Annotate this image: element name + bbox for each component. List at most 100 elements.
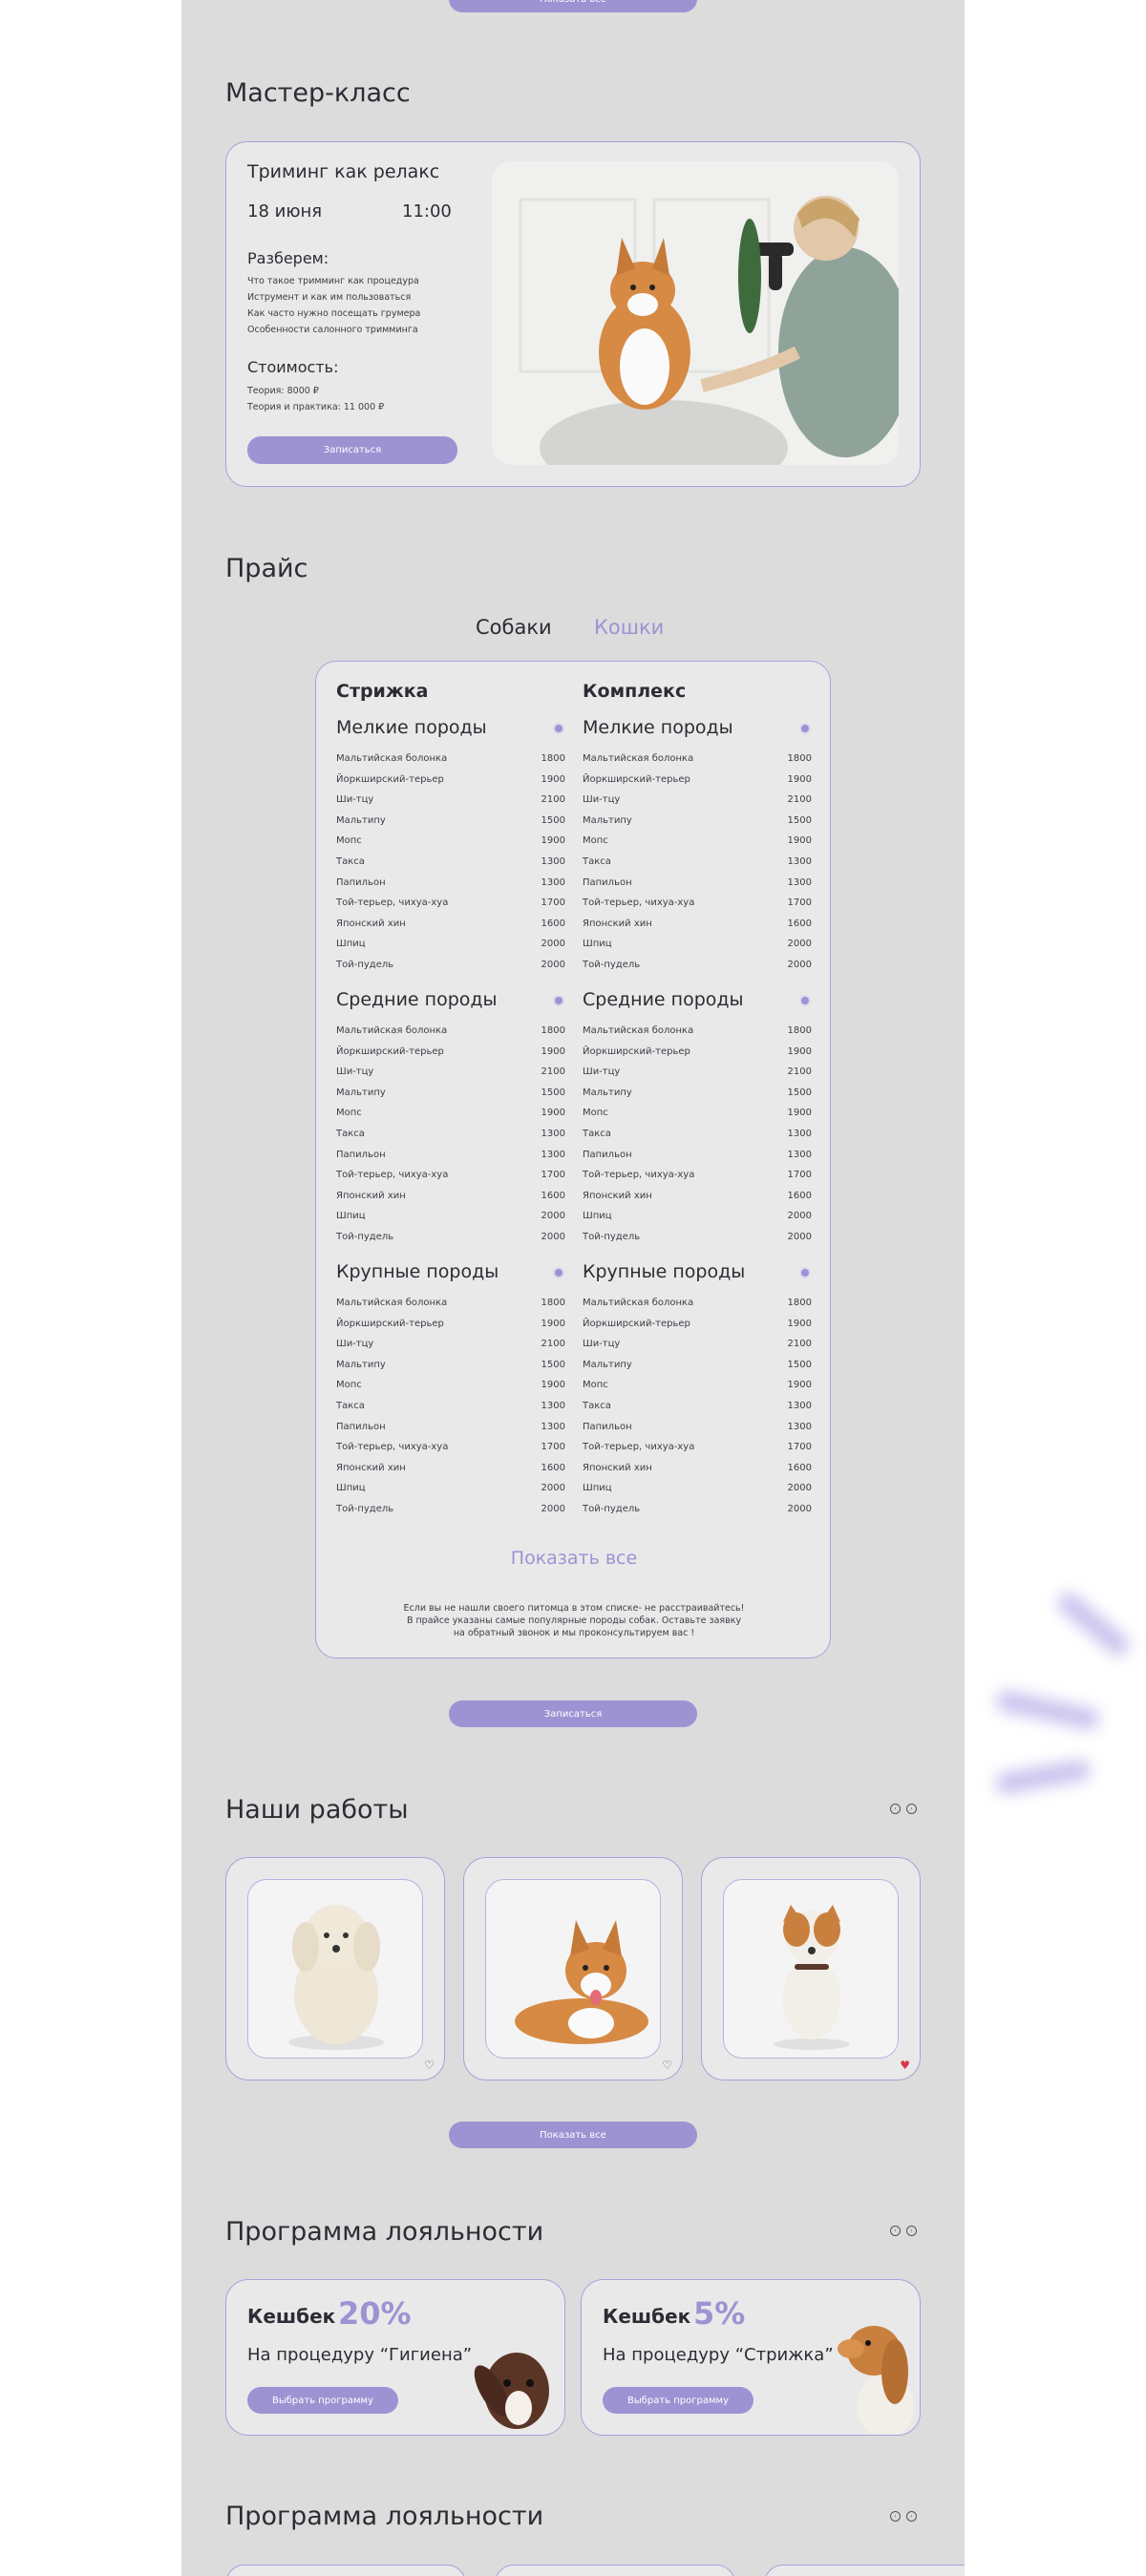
price-row: Такса 1300 — [336, 856, 565, 867]
breed-name: Ши-тцу — [583, 1066, 621, 1078]
price-row: Японский хин 1600 — [336, 1463, 565, 1473]
price-row: Йоркширский-терьер 1900 — [336, 1046, 565, 1057]
price-row: Йоркширский-терьер 1900 — [583, 1046, 812, 1057]
loyalty-card: Кешбек 5% На процедуру “Стрижка” Выбрать… — [581, 2279, 921, 2436]
column-title-haircut: Стрижка — [336, 681, 429, 702]
column-title-complex: Комплекс — [583, 681, 687, 702]
breed-name: Папильон — [583, 1421, 632, 1432]
expand-icon[interactable] — [553, 995, 564, 1006]
breed-name: Той-терьер, чихуа-хуа — [336, 1170, 449, 1181]
breed-price: 2100 — [541, 1339, 565, 1350]
arrow-left-icon[interactable]: ‹ — [890, 2226, 901, 2236]
breed-price: 1700 — [787, 897, 812, 909]
arrow-left-icon[interactable]: ‹ — [890, 1804, 901, 1814]
work-card[interactable]: ♡ — [463, 1857, 683, 2080]
arrow-right-icon[interactable]: › — [906, 1804, 917, 1814]
breed-price: 1900 — [787, 1108, 812, 1119]
breed-name: Мальтипу — [583, 1359, 632, 1370]
breed-name: Йоркширский-терьер — [583, 1045, 690, 1057]
breed-price: 1800 — [787, 1025, 812, 1036]
tab-dogs[interactable]: Собаки — [476, 616, 552, 639]
loyalty2-card — [225, 2565, 466, 2576]
expand-icon[interactable] — [799, 1267, 811, 1278]
price-row: Той-терьер, чихуа-хуа 1700 — [583, 897, 812, 908]
breed-name: Ши-тцу — [583, 1339, 621, 1350]
price-row: Той-пудель 2000 — [336, 960, 565, 970]
breed-name: Йоркширский-терьер — [583, 1318, 690, 1329]
price-row: Мопс 1900 — [583, 1380, 812, 1390]
works-section-title: Наши работы — [225, 1795, 409, 1825]
breed-price: 1600 — [541, 918, 565, 929]
breed-name: Ши-тцу — [336, 1339, 374, 1350]
price-row: Ши-тцу 2100 — [583, 1066, 812, 1077]
price-row: Мопс 1900 — [583, 835, 812, 846]
master-class-signup-button[interactable]: Записаться — [247, 436, 457, 464]
price-section-title: Прайс — [225, 554, 308, 583]
expand-icon[interactable] — [799, 723, 811, 734]
price-signup-button[interactable]: Записаться — [449, 1700, 697, 1727]
page: Показать все Мастер-класс Триминг как ре… — [181, 0, 965, 2576]
breed-price: 1700 — [787, 1170, 812, 1181]
breed-price: 1300 — [541, 1421, 565, 1432]
price-row: Мальтийская болонка 1800 — [583, 1298, 812, 1308]
choose-program-button[interactable]: Выбрать программу — [247, 2387, 398, 2414]
breed-price: 1500 — [541, 1087, 565, 1098]
price-row: Японский хин 1600 — [336, 1191, 565, 1201]
price-row: Мальтипу 1500 — [336, 1087, 565, 1098]
breed-price: 1900 — [787, 835, 812, 847]
learn-item: Что такое тримминг как процедура — [247, 276, 419, 286]
price-row: Мальтийская болонка 1800 — [583, 1025, 812, 1036]
arrow-left-icon[interactable]: ‹ — [890, 2511, 901, 2522]
loyalty-carousel-arrows: ‹ › — [890, 2226, 917, 2236]
breed-name: Мальтипу — [583, 1087, 632, 1098]
price-row: Такса 1300 — [583, 1129, 812, 1139]
breed-price: 1700 — [541, 897, 565, 909]
decorative-strokes — [984, 1585, 1146, 1814]
price-row: Японский хин 1600 — [336, 918, 565, 929]
breed-price: 2000 — [787, 1504, 812, 1514]
expand-icon[interactable] — [553, 1267, 564, 1278]
breed-price: 1300 — [787, 1129, 812, 1139]
breed-name: Мальтипу — [336, 814, 386, 826]
breed-name: Папильон — [336, 1421, 386, 1432]
price-title: Стоимость: — [247, 358, 339, 376]
heart-icon[interactable]: ♡ — [424, 2059, 435, 2072]
breed-price: 1500 — [787, 1087, 812, 1098]
breed-price: 2000 — [541, 939, 565, 950]
breed-price: 1300 — [541, 1129, 565, 1139]
price-row: Той-терьер, чихуа-хуа 1700 — [336, 897, 565, 908]
work-card[interactable]: ♡ — [225, 1857, 445, 2080]
cashback-percent: 5% — [693, 2295, 746, 2332]
heart-icon[interactable]: ♥ — [900, 2059, 910, 2072]
show-all-prices-link[interactable]: Показать все — [316, 1548, 832, 1569]
loyalty2-card — [495, 2565, 735, 2576]
breed-name: Мальтипу — [583, 814, 632, 826]
arrow-right-icon[interactable]: › — [906, 2511, 917, 2522]
corgi-photo — [485, 1879, 661, 2059]
breed-price: 2100 — [541, 1066, 565, 1078]
price-row: Мальтийская болонка 1800 — [336, 1298, 565, 1308]
loyalty2-carousel-arrows: ‹ › — [890, 2511, 917, 2522]
work-card[interactable]: ♥ — [701, 1857, 921, 2080]
heart-icon[interactable]: ♡ — [662, 2059, 672, 2072]
breed-name: Той-пудель — [583, 960, 641, 970]
breed-name: Йоркширский-терьер — [336, 1318, 444, 1329]
show-all-button-top[interactable]: Показать все — [449, 0, 697, 12]
tab-cats[interactable]: Кошки — [594, 616, 664, 639]
choose-program-button[interactable]: Выбрать программу — [603, 2387, 753, 2414]
breed-price: 1800 — [541, 1025, 565, 1036]
breed-price: 1500 — [787, 1359, 812, 1370]
spaniel-photo — [838, 2326, 914, 2435]
price-card: Стрижка Комплекс Мелкие породы Мальтийска… — [315, 661, 831, 1658]
cashback-desc: На процедуру “Гигиена” — [247, 2345, 473, 2365]
arrow-right-icon[interactable]: › — [906, 2226, 917, 2236]
works-show-all-button[interactable]: Показать все — [449, 2122, 697, 2148]
brown-dog-photo — [474, 2353, 549, 2429]
breed-price: 1700 — [541, 1170, 565, 1181]
expand-icon[interactable] — [553, 723, 564, 734]
expand-icon[interactable] — [799, 995, 811, 1006]
breed-price: 1800 — [787, 753, 812, 764]
breed-name: Мальтийская болонка — [336, 753, 448, 764]
price-row: Папильон 1300 — [336, 877, 565, 888]
decorative-stroke — [993, 1688, 1102, 1732]
